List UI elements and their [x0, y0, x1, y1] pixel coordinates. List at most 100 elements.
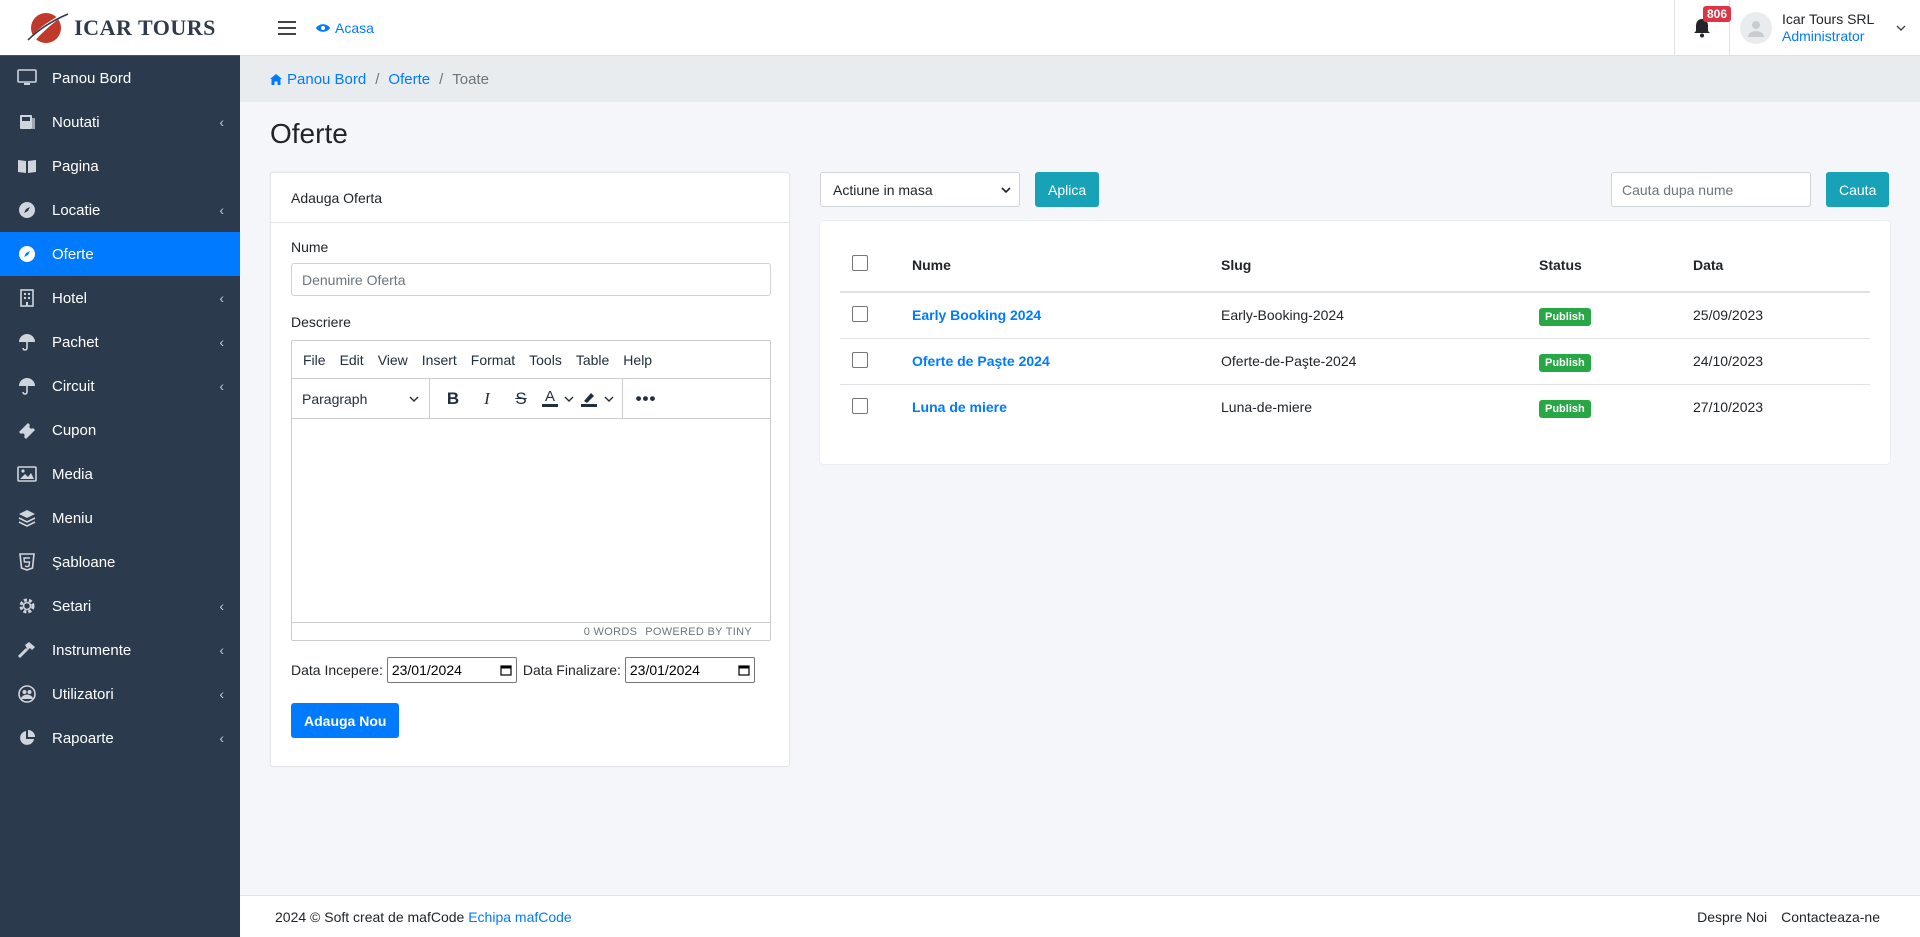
more-options-icon[interactable]: ••• — [629, 384, 663, 414]
sidebar-item-locatie[interactable]: Locatie ‹ — [0, 188, 240, 232]
start-date-label: Data Incepere: — [291, 662, 383, 678]
start-date-input[interactable]: 23/01/2024 — [386, 657, 517, 683]
select-all-checkbox[interactable] — [852, 255, 868, 271]
sidebar-item-label: Setari — [52, 597, 92, 615]
editor-menu-file[interactable]: File — [296, 352, 333, 368]
sidebar-item-circuit[interactable]: Circuit ‹ — [0, 364, 240, 408]
row-select-cell — [840, 292, 900, 339]
word-count: 0 WORDS — [583, 625, 638, 638]
sidebar: ICAR TOURS Panou Bord Noutati ‹ Pagina L… — [0, 0, 240, 937]
sidebar-item-hotel[interactable]: Hotel ‹ — [0, 276, 240, 320]
row-name-cell: Luna de miere — [900, 384, 1209, 430]
pie-chart-icon — [16, 727, 38, 749]
footer-copyright: 2024 © Soft creat de mafCode — [275, 908, 465, 925]
offer-name-link[interactable]: Early Booking 2024 — [912, 307, 1041, 323]
editor-menu-help[interactable]: Help — [616, 352, 659, 368]
breadcrumb-item-toate: Toate — [452, 70, 489, 88]
search-input[interactable] — [1611, 172, 1811, 207]
offer-name-link[interactable]: Luna de miere — [912, 399, 1007, 415]
column-header-data[interactable]: Data — [1681, 238, 1870, 293]
row-slug: Oferte-de-Paşte-2024 — [1209, 338, 1527, 385]
add-new-button[interactable]: Adauga Nou — [291, 703, 400, 738]
breadcrumb-item-panou-bord[interactable]: Panou Bord — [270, 71, 366, 88]
chevron-left-icon: ‹ — [219, 202, 224, 218]
chevron-down-icon — [409, 396, 419, 402]
chevron-left-icon: ‹ — [219, 642, 224, 658]
editor-menu-format[interactable]: Format — [464, 352, 522, 368]
sidebar-item-media[interactable]: Media — [0, 452, 240, 496]
sidebar-item-label: Pachet — [52, 333, 99, 351]
row-status-cell: Publish — [1527, 384, 1681, 430]
sidebar-item-label: Şabloane — [52, 553, 116, 571]
offer-name-link[interactable]: Oferte de Paşte 2024 — [912, 353, 1050, 369]
editor-content-area[interactable] — [292, 419, 770, 622]
html5-icon — [16, 551, 38, 573]
sidebar-item-pachet[interactable]: Pachet ‹ — [0, 320, 240, 364]
row-checkbox[interactable] — [852, 397, 868, 414]
monitor-icon — [16, 67, 38, 89]
sidebar-item-label: Cupon — [52, 421, 97, 439]
editor-menu-insert[interactable]: Insert — [415, 352, 464, 368]
column-header-slug[interactable]: Slug — [1209, 238, 1527, 293]
row-checkbox[interactable] — [852, 305, 868, 322]
user-menu[interactable]: Icar Tours SRL Administrator — [1730, 0, 1920, 56]
chevron-down-icon[interactable] — [602, 384, 616, 414]
sidebar-item-instrumente[interactable]: Instrumente ‹ — [0, 628, 240, 672]
editor-menubar: File Edit View Insert Format Tools Table… — [292, 341, 770, 379]
block-format-select[interactable]: Paragraph — [292, 378, 430, 419]
sidebar-item-oferte[interactable]: Oferte — [0, 232, 240, 276]
name-input[interactable] — [291, 263, 771, 296]
column-header-nume[interactable]: Nume — [900, 238, 1209, 293]
users-icon — [16, 683, 38, 705]
sidebar-item-meniu[interactable]: Meniu — [0, 496, 240, 540]
search-button[interactable]: Cauta — [1826, 172, 1890, 207]
row-date: 27/10/2023 — [1693, 399, 1764, 416]
sidebar-item-panou-bord[interactable]: Panou Bord — [0, 56, 240, 100]
newspaper-icon — [16, 111, 38, 133]
apply-button[interactable]: Aplica — [1035, 172, 1100, 207]
sidebar-item-setari[interactable]: Setari ‹ — [0, 584, 240, 628]
sidebar-item-label: Rapoarte — [52, 729, 114, 747]
compass-icon — [16, 243, 38, 265]
row-slug: Early-Booking-2024 — [1209, 292, 1527, 339]
chevron-down-icon[interactable] — [562, 384, 576, 414]
bold-icon[interactable]: B — [436, 384, 470, 414]
footer-link-contact[interactable]: Contacteaza-ne — [1781, 909, 1880, 925]
footer-team-link[interactable]: Echipa mafCode — [468, 909, 572, 925]
editor-menu-tools[interactable]: Tools — [522, 352, 569, 368]
breadcrumb-separator: / — [375, 70, 380, 88]
bulk-action-select[interactable]: Actiune in masa — [820, 172, 1020, 207]
user-role: Administrator — [1782, 28, 1865, 44]
highlight-color-icon[interactable] — [576, 384, 602, 414]
powered-by-link[interactable]: POWERED BY TINY — [645, 626, 752, 638]
sidebar-item-noutati[interactable]: Noutati ‹ — [0, 100, 240, 144]
sidebar-item-pagina[interactable]: Pagina — [0, 144, 240, 188]
column-header-status[interactable]: Status — [1527, 238, 1681, 293]
italic-icon[interactable]: I — [470, 384, 504, 414]
breadcrumb-item-oferte[interactable]: Oferte — [388, 71, 430, 88]
row-select-cell — [840, 384, 900, 430]
end-date-value: 23/01/2024 — [629, 662, 700, 678]
row-checkbox[interactable] — [852, 351, 868, 368]
footer-link-about[interactable]: Despre Noi — [1697, 909, 1767, 925]
editor-menu-view[interactable]: View — [371, 352, 415, 368]
menu-toggle-icon[interactable] — [278, 20, 296, 35]
home-link[interactable]: Acasa — [316, 20, 374, 36]
brand-logo[interactable]: ICAR TOURS — [0, 0, 240, 56]
notifications-button[interactable]: 806 — [1674, 0, 1732, 56]
topbar: Acasa 806 Icar Tours SRL Administrator — [240, 0, 1920, 56]
editor-menu-table[interactable]: Table — [569, 352, 616, 368]
sidebar-item-sabloane[interactable]: Şabloane — [0, 540, 240, 584]
text-color-icon[interactable]: A — [538, 384, 562, 414]
end-date-input[interactable]: 23/01/2024 — [624, 657, 755, 683]
offers-table: Nume Slug Status Data Early Booking 2024… — [840, 238, 1870, 430]
name-label: Nume — [291, 239, 329, 255]
sidebar-item-label: Pagina — [52, 157, 99, 175]
sidebar-item-rapoarte[interactable]: Rapoarte ‹ — [0, 716, 240, 760]
card-header: Adauga Oferta — [271, 173, 789, 223]
strikethrough-icon[interactable]: S — [504, 384, 538, 414]
sidebar-item-utilizatori[interactable]: Utilizatori ‹ — [0, 672, 240, 716]
sidebar-item-cupon[interactable]: Cupon — [0, 408, 240, 452]
editor-menu-edit[interactable]: Edit — [333, 352, 371, 368]
status-badge: Publish — [1539, 354, 1591, 372]
